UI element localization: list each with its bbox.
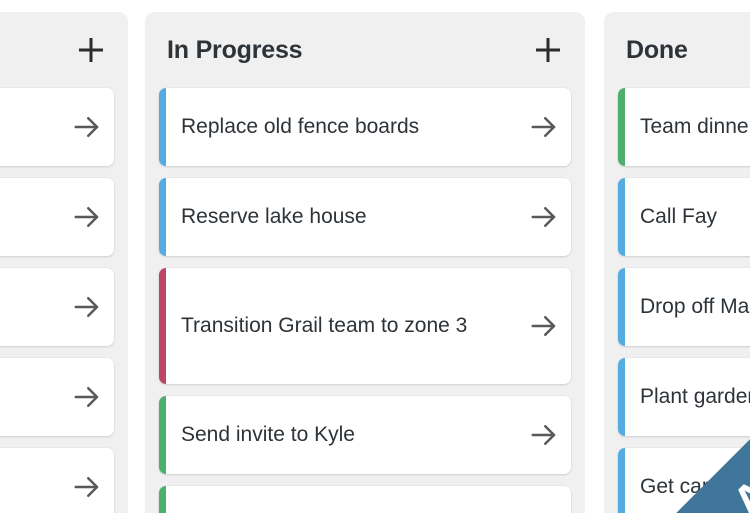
kanban-board: In Progress Replace old fence boards Res…: [0, 0, 750, 513]
task-card[interactable]: [159, 486, 571, 513]
task-card[interactable]: Replace old fence boards: [159, 88, 571, 166]
arrow-right-icon[interactable]: [60, 382, 114, 412]
column-cards-done: Team dinner Call Fay Drop off Mail Plant…: [604, 88, 750, 513]
board-column-todo: [0, 12, 128, 513]
column-header-todo: [0, 12, 128, 88]
column-title-in-progress: In Progress: [167, 35, 303, 64]
column-cards-in-progress: Replace old fence boards Reserve lake ho…: [145, 88, 585, 513]
task-card[interactable]: [0, 178, 114, 256]
arrow-right-icon[interactable]: [60, 472, 114, 502]
card-title: Transition Grail team to zone 3: [181, 313, 468, 337]
card-accent-bar: [159, 178, 166, 256]
column-header-in-progress: In Progress: [145, 12, 585, 88]
arrow-right-icon[interactable]: [60, 112, 114, 142]
task-card[interactable]: [0, 358, 114, 436]
task-card[interactable]: Call Fay: [618, 178, 750, 256]
card-accent-bar: [159, 88, 166, 166]
card-accent-bar: [618, 448, 625, 513]
task-card[interactable]: Reserve lake house: [159, 178, 571, 256]
column-header-done: Done: [604, 12, 750, 88]
plus-icon[interactable]: [76, 35, 106, 65]
card-title: Send invite to Kyle: [181, 422, 355, 446]
card-accent-bar: [159, 486, 166, 513]
arrow-right-icon[interactable]: [60, 202, 114, 232]
card-title: Replace old fence boards: [181, 114, 420, 138]
card-title: Drop off Mail: [640, 294, 750, 318]
board-column-done: Done Team dinner Call Fay Drop off Mail …: [604, 12, 750, 513]
plus-icon[interactable]: [533, 35, 563, 65]
task-card[interactable]: [0, 448, 114, 513]
task-card[interactable]: Drop off Mail: [618, 268, 750, 346]
card-accent-bar: [159, 268, 166, 384]
board-column-in-progress: In Progress Replace old fence boards Res…: [145, 12, 585, 513]
card-accent-bar: [618, 88, 625, 166]
task-card[interactable]: Team dinner: [618, 88, 750, 166]
column-cards-todo: [0, 88, 128, 513]
task-card[interactable]: Transition Grail team to zone 3: [159, 268, 571, 384]
card-title: Reserve lake house: [181, 204, 367, 228]
column-title-done: Done: [626, 35, 688, 64]
card-accent-bar: [618, 178, 625, 256]
card-title: Team dinner: [640, 114, 750, 138]
arrow-right-icon[interactable]: [60, 292, 114, 322]
card-accent-bar: [159, 396, 166, 474]
task-card[interactable]: Send invite to Kyle: [159, 396, 571, 474]
card-title: Get car washed: [640, 474, 750, 498]
task-card[interactable]: [0, 268, 114, 346]
task-card[interactable]: Get car washed: [618, 448, 750, 513]
arrow-right-icon[interactable]: [517, 311, 571, 341]
task-card[interactable]: [0, 88, 114, 166]
arrow-right-icon[interactable]: [517, 202, 571, 232]
card-accent-bar: [618, 268, 625, 346]
card-accent-bar: [618, 358, 625, 436]
card-title: Plant garden: [640, 384, 750, 408]
arrow-right-icon[interactable]: [517, 112, 571, 142]
task-card[interactable]: Plant garden: [618, 358, 750, 436]
card-title: Call Fay: [640, 204, 718, 228]
arrow-right-icon[interactable]: [517, 420, 571, 450]
